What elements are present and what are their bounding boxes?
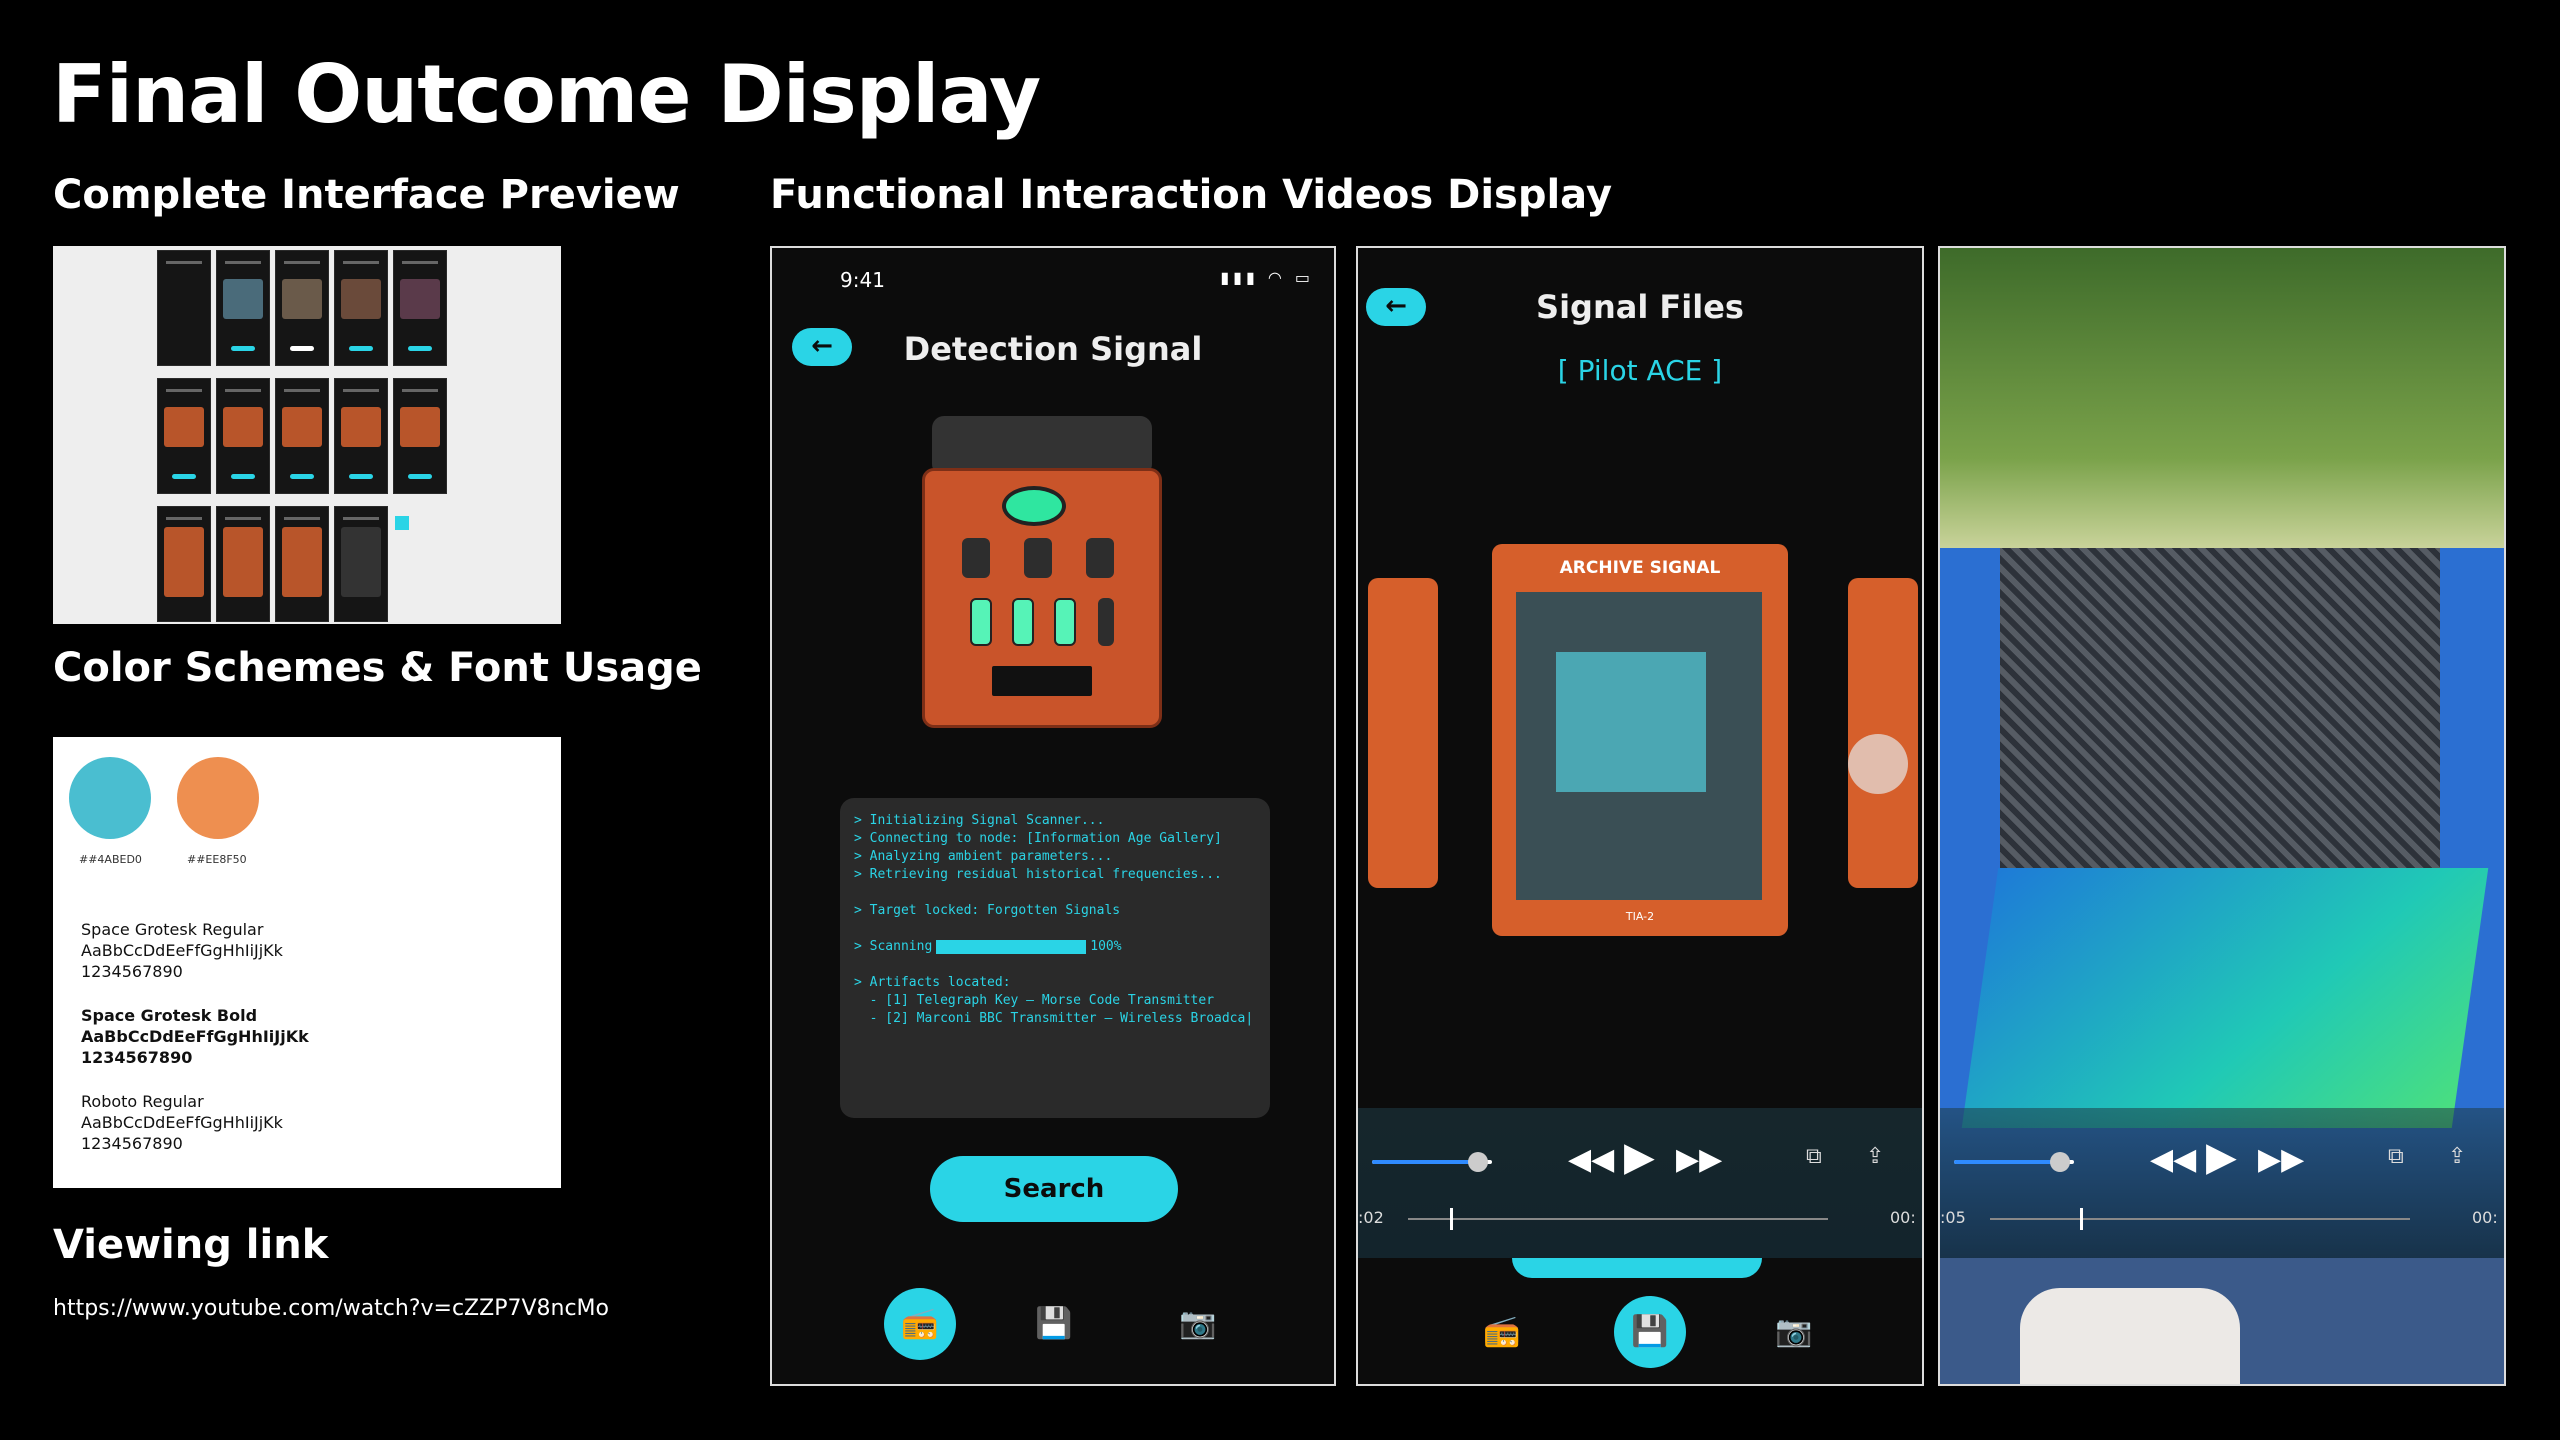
thumbnail-screen (157, 250, 211, 366)
color-label-orange: ##EE8F50 (187, 853, 247, 866)
color-swatch-cyan (69, 757, 151, 839)
screen-title: Detection Signal (903, 330, 1203, 368)
scanner-console: > Initializing Signal Scanner... > Conne… (840, 798, 1270, 1118)
thumbnail-screen (157, 378, 211, 494)
card-title: ARCHIVE SIGNAL (1559, 558, 1721, 578)
screen-subtitle: [ Pilot ACE ] (1557, 354, 1723, 387)
status-icons: ▮▮▮ ◠ ▭ (1220, 268, 1314, 287)
tab-files[interactable]: 💾 (1018, 1288, 1090, 1360)
tab-camera[interactable]: 📷 (1758, 1296, 1830, 1368)
section-heading-colors: Color Schemes & Font Usage (53, 645, 702, 691)
thumbnail-screen (216, 250, 270, 366)
swipe-handle[interactable] (1848, 734, 1908, 794)
font-sample-regular: Space Grotesk Regular AaBbCcDdEeFfGgHhIi… (81, 920, 283, 981)
archive-card-current[interactable]: ARCHIVE SIGNAL TIA-2 (1492, 544, 1788, 936)
fast-forward-icon[interactable]: ▶▶ (1676, 1142, 1722, 1177)
seek-position[interactable] (1450, 1208, 1453, 1230)
save-icon: 💾 (1035, 1306, 1073, 1341)
elapsed-time: :02 (1358, 1208, 1384, 1227)
thumbnail-screen (216, 506, 270, 622)
video-player-controls: ◀◀ ▶ ▶▶ ⧉ ⇪ :02 00: (1358, 1108, 1922, 1258)
viewing-link[interactable]: https://www.youtube.com/watch?v=cZZP7V8n… (53, 1296, 609, 1321)
video-player-controls: ◀◀ ▶ ▶▶ ⧉ ⇪ :05 00: (1940, 1108, 2504, 1258)
thumbnail-screen (275, 378, 329, 494)
thumbnail-screen (393, 378, 447, 494)
picture-in-picture-icon[interactable]: ⧉ (1806, 1144, 1822, 1169)
video-panel-ar-view[interactable]: ◀◀ ▶ ▶▶ ⧉ ⇪ :05 00: (1938, 246, 2506, 1386)
tab-bar: 📻 💾 📷 (772, 1288, 1334, 1368)
fast-forward-icon[interactable]: ▶▶ (2258, 1142, 2304, 1177)
tab-detector[interactable]: 📻 (884, 1288, 956, 1360)
thumbnail-screen (216, 378, 270, 494)
screen-title: Signal Files (1536, 288, 1744, 326)
card-content (1516, 592, 1762, 900)
play-icon[interactable]: ▶ (1624, 1134, 1655, 1180)
scan-progress-bar (936, 939, 1087, 954)
seek-position[interactable] (2080, 1208, 2083, 1230)
camera-icon: 📷 (1179, 1306, 1217, 1341)
ar-hologram-floor (1961, 868, 2489, 1128)
font-sample-bold: Space Grotesk Bold AaBbCcDdEeFfGgHhIiJjK… (81, 1006, 309, 1067)
seek-bar[interactable] (1408, 1218, 1828, 1220)
total-time: 00: (1890, 1208, 1916, 1227)
thumbnail-screen (275, 506, 329, 622)
font-sample-roboto: Roboto Regular AaBbCcDdEeFfGgHhIiJjKk 12… (81, 1092, 283, 1153)
video-panel-signal-files[interactable]: ← Signal Files [ Pilot ACE ] ARCHIVE SIG… (1356, 246, 1924, 1386)
rewind-icon[interactable]: ◀◀ (1568, 1142, 1614, 1177)
section-heading-preview: Complete Interface Preview (53, 172, 680, 218)
seek-bar[interactable] (1990, 1218, 2410, 1220)
section-heading-videos: Functional Interaction Videos Display (770, 172, 1613, 218)
archive-card-next[interactable] (1848, 578, 1918, 888)
color-label-cyan: ##4ABED0 (79, 853, 142, 866)
signal-detector-model (912, 408, 1162, 748)
camera-icon: 📷 (1775, 1314, 1813, 1349)
thumbnail-screen (275, 250, 329, 366)
thumbnail-screen (157, 506, 211, 622)
elapsed-time: :05 (1940, 1208, 1966, 1227)
page-title: Final Outcome Display (52, 48, 1041, 141)
volume-slider[interactable] (1372, 1152, 1492, 1172)
ar-hand-foreground (1940, 1258, 2504, 1384)
card-footer: TIA-2 (1625, 910, 1655, 923)
video-panel-detection[interactable]: 9:41 ▮▮▮ ◠ ▭ ← Detection Signal > Initia… (770, 246, 1336, 1386)
thumbnail-accent (395, 516, 409, 530)
share-icon[interactable]: ⇪ (2448, 1144, 2466, 1169)
interface-preview-image (53, 246, 561, 624)
partial-button[interactable] (1512, 1258, 1762, 1278)
share-icon[interactable]: ⇪ (1866, 1144, 1884, 1169)
tab-files[interactable]: 💾 (1614, 1296, 1686, 1368)
thumbnail-screen (334, 506, 388, 622)
thumbnail-screen (334, 378, 388, 494)
volume-slider[interactable] (1954, 1152, 2074, 1172)
save-icon: 💾 (1631, 1314, 1669, 1349)
color-font-card: ##4ABED0 ##EE8F50 Space Grotesk Regular … (53, 737, 561, 1188)
total-time: 00: (2472, 1208, 2498, 1227)
scan-progress: > Scanning 100% (854, 939, 1122, 954)
radio-icon: 📻 (1483, 1314, 1521, 1349)
status-time: 9:41 (840, 268, 885, 292)
play-icon[interactable]: ▶ (2206, 1134, 2237, 1180)
rewind-icon[interactable]: ◀◀ (2150, 1142, 2196, 1177)
radio-icon: 📻 (901, 1306, 939, 1341)
thumbnail-screen (334, 250, 388, 366)
ar-background-trees (1940, 248, 2504, 548)
thumbnail-screen (393, 250, 447, 366)
tab-bar: 📻 💾 📷 (1358, 1296, 1922, 1376)
color-swatch-orange (177, 757, 259, 839)
archive-card-prev[interactable] (1368, 578, 1438, 888)
tab-camera[interactable]: 📷 (1162, 1288, 1234, 1360)
section-heading-link: Viewing link (53, 1222, 329, 1268)
search-button[interactable]: Search (930, 1156, 1178, 1222)
tab-detector[interactable]: 📻 (1466, 1296, 1538, 1368)
picture-in-picture-icon[interactable]: ⧉ (2388, 1144, 2404, 1169)
